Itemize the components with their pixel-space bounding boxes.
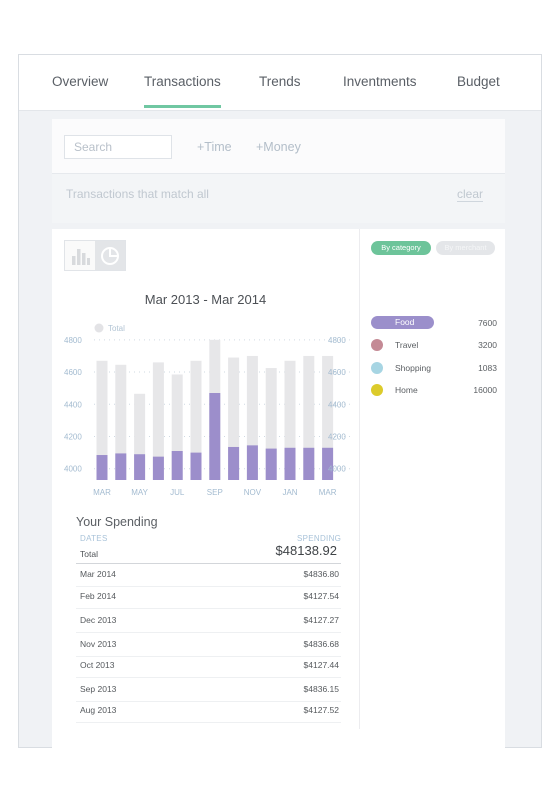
- legend-total-label: Total: [108, 324, 125, 333]
- filter-panel: Search +Time +Money Transactions that ma…: [52, 119, 505, 223]
- pie-chart-view-button[interactable]: [95, 241, 125, 270]
- bar-chart-view-button[interactable]: [65, 241, 95, 270]
- y-tick-label: 4600: [328, 368, 346, 377]
- bar-spending[interactable]: [96, 455, 108, 480]
- table-row[interactable]: Mar 2014 $4836.80: [76, 565, 341, 587]
- y-tick-label: 4200: [64, 433, 82, 442]
- divider: [76, 563, 341, 564]
- app-window: Overview Transactions Trends Inventments…: [18, 54, 542, 749]
- table-row[interactable]: Oct 2013 $4127.44: [76, 656, 341, 678]
- by-merchant-toggle[interactable]: By merchant: [436, 241, 495, 255]
- tab-budget[interactable]: Budget: [457, 74, 500, 89]
- match-text: Transactions that match all: [66, 187, 209, 201]
- spending-title: Your Spending: [76, 515, 158, 529]
- bar-spending[interactable]: [190, 452, 202, 480]
- tab-inventments[interactable]: Inventments: [343, 74, 417, 89]
- spending-bar-chart: Total 4000 4000 4200 4200 4400 4400 4600 4600 48…: [64, 323, 352, 497]
- total-value: $48138.92: [275, 543, 337, 558]
- x-tick-label: MAR: [319, 488, 337, 497]
- table-row[interactable]: Sep 2013 $4836.15: [76, 680, 341, 702]
- y-tick-label: 4600: [64, 368, 82, 377]
- category-color-dot: [371, 362, 383, 374]
- top-nav: Overview Transactions Trends Inventments…: [19, 55, 541, 111]
- dates-header: DATES: [80, 534, 108, 543]
- spending-card: Mar 2013 - Mar 2014 Total 4000 4000 4200 42…: [52, 229, 505, 749]
- y-tick-label: 4800: [328, 336, 346, 345]
- category-value: 3200: [478, 340, 497, 350]
- row-date: Dec 2013: [80, 615, 117, 625]
- bar-chart-icon: [72, 249, 90, 265]
- add-money-filter[interactable]: +Money: [256, 140, 301, 154]
- row-value: $4836.68: [303, 639, 339, 649]
- row-date: Aug 2013: [80, 705, 117, 715]
- tab-trends[interactable]: Trends: [259, 74, 301, 89]
- bar-spending[interactable]: [228, 446, 240, 480]
- category-name: Shopping: [395, 363, 431, 373]
- pie-chart-icon: [101, 247, 119, 265]
- category-value: 7600: [478, 318, 497, 328]
- chart-title: Mar 2013 - Mar 2014: [144, 292, 267, 307]
- chart-view-toggle: [64, 240, 126, 271]
- legend-total-swatch: [94, 323, 104, 333]
- search-input[interactable]: Search: [64, 135, 172, 159]
- table-row[interactable]: Nov 2013 $4836.68: [76, 635, 341, 657]
- y-tick-label: 4000: [328, 465, 346, 474]
- bar-spending[interactable]: [152, 456, 164, 480]
- category-item-home[interactable]: Home 16000: [369, 382, 497, 398]
- row-value: $4127.52: [303, 705, 339, 715]
- category-item-shopping[interactable]: Shopping 1083: [369, 360, 497, 376]
- table-row[interactable]: Aug 2013 $4127.52: [76, 701, 341, 723]
- tab-overview[interactable]: Overview: [52, 74, 108, 89]
- category-item-travel[interactable]: Travel 3200: [369, 337, 497, 353]
- x-tick-label: JAN: [282, 488, 297, 497]
- category-value: 1083: [478, 363, 497, 373]
- x-tick-label: MAY: [131, 488, 148, 497]
- y-tick-label: 4400: [64, 400, 82, 409]
- row-value: $4127.54: [303, 591, 339, 601]
- row-value: $4127.44: [303, 660, 339, 670]
- x-tick-label: JUL: [170, 488, 185, 497]
- row-date: Nov 2013: [80, 639, 117, 649]
- x-tick-label: NOV: [244, 488, 262, 497]
- category-item-food[interactable]: Food 7600: [369, 315, 497, 331]
- bar-spending[interactable]: [115, 453, 127, 480]
- row-value: $4127.27: [303, 615, 339, 625]
- x-tick-label: MAR: [93, 488, 111, 497]
- by-category-toggle[interactable]: By category: [371, 241, 431, 255]
- category-name: Food: [395, 317, 415, 327]
- bar-spending[interactable]: [171, 451, 183, 480]
- row-date: Oct 2013: [80, 660, 115, 670]
- bar-spending[interactable]: [303, 447, 315, 480]
- x-tick-label: SEP: [207, 488, 223, 497]
- y-tick-label: 4400: [328, 400, 346, 409]
- y-tick-label: 4000: [64, 465, 82, 474]
- bar-spending[interactable]: [246, 445, 258, 480]
- add-time-filter[interactable]: +Time: [197, 140, 232, 154]
- bar-spending[interactable]: [209, 393, 221, 480]
- category-color-dot: [371, 339, 383, 351]
- filter-summary: Transactions that match all clear: [52, 173, 505, 223]
- bar-spending[interactable]: [265, 448, 277, 480]
- row-date: Sep 2013: [80, 684, 117, 694]
- table-row[interactable]: Dec 2013 $4127.27: [76, 611, 341, 633]
- category-color-dot: [371, 384, 383, 396]
- category-value: 16000: [473, 385, 497, 395]
- y-tick-label: 4800: [64, 336, 82, 345]
- bar-spending[interactable]: [284, 447, 296, 480]
- clear-link[interactable]: clear: [456, 187, 483, 202]
- row-value: $4836.80: [303, 569, 339, 579]
- y-tick-label: 4200: [328, 433, 346, 442]
- category-name: Travel: [395, 340, 419, 350]
- chart-legend: Total: [94, 323, 125, 333]
- category-name: Home: [395, 385, 418, 395]
- row-date: Mar 2014: [80, 569, 116, 579]
- total-label: Total: [80, 549, 98, 559]
- tab-transactions[interactable]: Transactions: [144, 74, 221, 108]
- row-date: Feb 2014: [80, 591, 116, 601]
- row-value: $4836.15: [303, 684, 339, 694]
- divider: [359, 229, 360, 729]
- bar-spending[interactable]: [134, 454, 146, 480]
- spending-header: SPENDING: [297, 534, 342, 543]
- table-row[interactable]: Feb 2014 $4127.54: [76, 587, 341, 609]
